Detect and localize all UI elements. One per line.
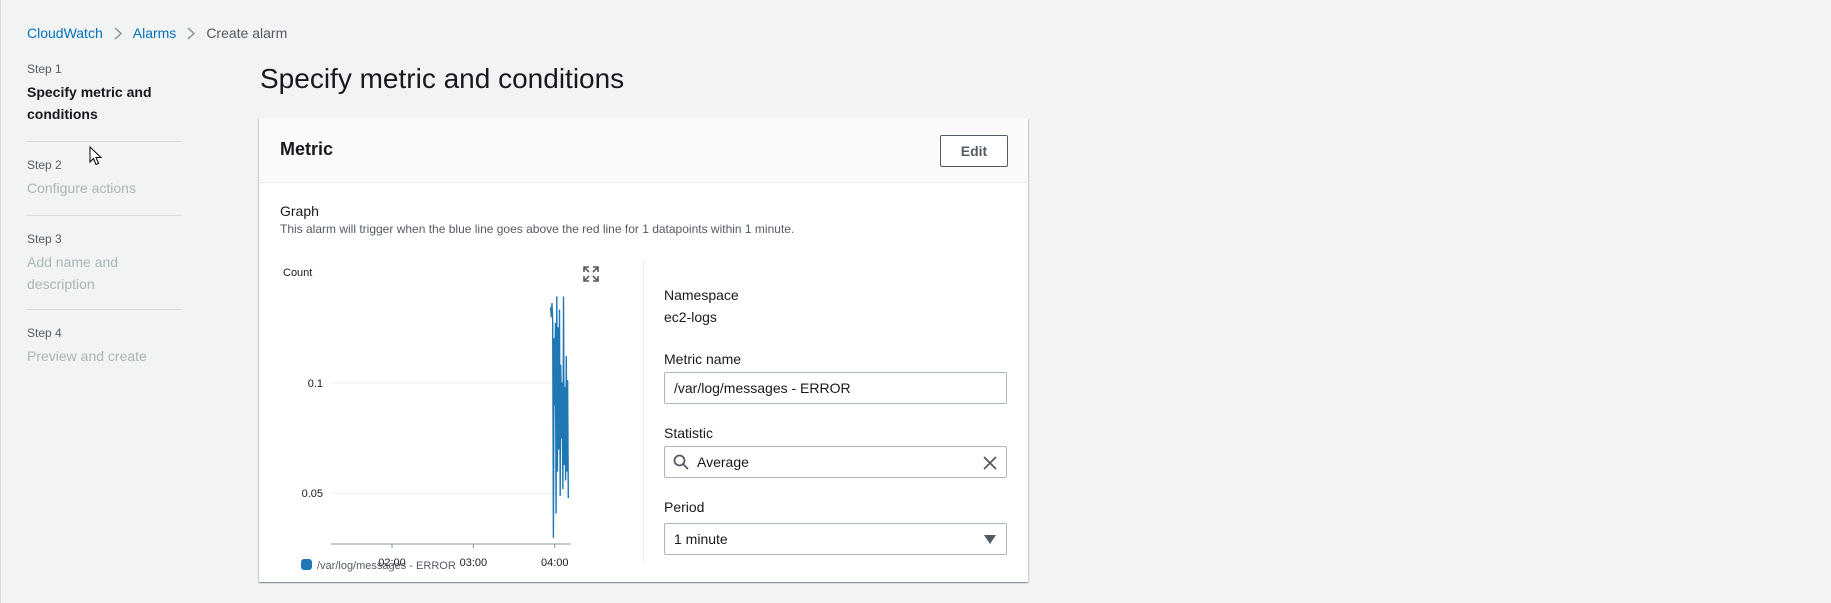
- step-1[interactable]: Step 1 Specify metric and conditions: [27, 61, 181, 142]
- period-label: Period: [664, 499, 705, 515]
- step-number: Step 3: [27, 232, 62, 246]
- step-4: Step 4 Preview and create: [27, 310, 181, 367]
- chevron-right-icon: [114, 26, 122, 40]
- x-tick-label: 03:00: [460, 557, 488, 569]
- edit-button[interactable]: Edit: [940, 135, 1008, 167]
- breadcrumb-cloudwatch-link[interactable]: CloudWatch: [27, 25, 103, 41]
- data-point: [559, 494, 561, 497]
- period-value: 1 minute: [674, 531, 728, 547]
- data-point: [552, 536, 554, 538]
- data-point: [553, 338, 555, 340]
- data-point: [563, 463, 565, 466]
- step-number: Step 4: [27, 326, 62, 340]
- page: CloudWatch Alarms Create alarm Step 1 Sp…: [0, 0, 1831, 603]
- step-title: Preview and create: [27, 348, 147, 364]
- data-point: [560, 437, 563, 439]
- metric-name-label: Metric name: [664, 351, 742, 367]
- data-point: [564, 386, 566, 388]
- chart-svg: Count0.10.0502:00 03:00 04:00/var/log/mess…: [283, 267, 571, 572]
- metric-chart: Count 0.1 0.05 02:00 03:00 04:00/var/log/mess…: [275, 258, 605, 573]
- period-select[interactable]: 1 minute: [664, 523, 1007, 555]
- card-title: Metric: [280, 139, 334, 159]
- statistic-value: Average: [697, 454, 749, 470]
- data-point: [556, 470, 559, 472]
- graph-description: This alarm will trigger when the blue li…: [280, 222, 795, 236]
- data-point: [564, 479, 567, 481]
- data-point: [562, 488, 564, 490]
- namespace-field: Namespace ec2-logs: [664, 285, 739, 327]
- step-number: Step 1: [27, 62, 62, 76]
- expand-icon[interactable]: [583, 266, 599, 282]
- step-2: Step 2 Configure actions: [27, 142, 181, 216]
- chevron-right-icon: [187, 26, 196, 40]
- step-title: Specify metric and conditions: [27, 84, 152, 122]
- breadcrumb-current: Create alarm: [206, 25, 288, 41]
- breadcrumb-alarms-link[interactable]: Alarms: [133, 25, 177, 41]
- legend-label: /var/log/messages - ERROR: [317, 560, 456, 572]
- step-3: Step 3 Add name and description: [27, 216, 181, 310]
- data-point: [561, 382, 563, 384]
- page-title: Specify metric and conditions: [260, 63, 625, 94]
- data-point: [565, 355, 567, 358]
- y-axis-label: Count: [283, 267, 312, 279]
- statistic-label: Statistic: [664, 425, 714, 441]
- statistic-field: Statistic Average: [664, 423, 1007, 478]
- step-title: Add name and description: [27, 254, 119, 292]
- data-point: [554, 322, 557, 324]
- data-point: [550, 307, 552, 309]
- graph-label: Graph: [280, 203, 319, 219]
- data-point: [560, 364, 562, 366]
- step-number: Step 2: [27, 158, 62, 172]
- x-tick-label: 04:00: [541, 557, 569, 569]
- card-header: Metric Edit: [259, 118, 1028, 183]
- vertical-divider: [643, 260, 644, 562]
- series-line: [550, 296, 569, 538]
- namespace-label: Namespace: [664, 287, 739, 303]
- metric-name-value: /var/log/messages - ERROR: [674, 380, 851, 396]
- metric-name-input[interactable]: /var/log/messages - ERROR: [664, 372, 1007, 404]
- data-point: [552, 320, 554, 322]
- wizard-steps: Step 1 Specify metric and conditions Ste…: [27, 61, 181, 367]
- statistic-input[interactable]: Average: [664, 446, 1007, 478]
- data-point: [550, 316, 552, 318]
- data-point: [558, 309, 561, 311]
- left-border: [0, 0, 1, 603]
- namespace-value: ec2-logs: [664, 309, 717, 325]
- breadcrumb: CloudWatch Alarms Create alarm: [27, 25, 287, 41]
- data-point: [567, 497, 569, 499]
- data-point: [566, 470, 568, 472]
- search-icon: [673, 454, 689, 470]
- data-point: [555, 512, 557, 514]
- legend-swatch: [301, 559, 312, 570]
- metric-card: Metric Edit Graph This alarm will trigge…: [259, 118, 1028, 582]
- data-point: [567, 380, 569, 382]
- close-icon[interactable]: [982, 455, 998, 471]
- data-point: [556, 296, 558, 298]
- data-point: [551, 302, 553, 305]
- data-point: [557, 327, 559, 329]
- data-point: [554, 404, 556, 406]
- data-point: [562, 296, 565, 298]
- y-tick-label: 0.1: [308, 378, 323, 390]
- step-title: Configure actions: [27, 180, 136, 196]
- data-point: [558, 448, 560, 450]
- y-tick-label: 0.05: [302, 488, 323, 500]
- caret-down-icon: [984, 535, 996, 544]
- period-field: Period 1 minute: [664, 497, 1007, 555]
- metric-name-field: Metric name /var/log/messages - ERROR: [664, 349, 1007, 404]
- mouse-cursor-icon: [89, 146, 103, 166]
